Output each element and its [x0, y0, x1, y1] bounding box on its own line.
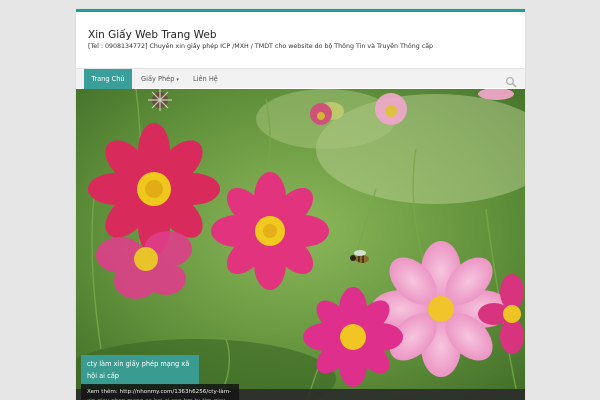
page-container: Xin Giấy Web Trang Web [Tel : 0908134772…	[76, 9, 525, 400]
site-title[interactable]: Xin Giấy Web Trang Web	[88, 29, 217, 41]
main-navigation: Trang Chủ Giấy Phép ▾ Liên Hệ	[76, 68, 525, 89]
chevron-down-icon: ▾	[176, 77, 179, 83]
featured-image[interactable]: cty làm xin giấy phép mạng xã hội ai cấp…	[76, 89, 525, 400]
nav-item-license-label: Giấy Phép	[141, 75, 175, 83]
site-description: [Tel : 0908134772] Chuyên xin giấy phép …	[88, 43, 434, 50]
excerpt-line: Xem thêm: http://nhonmy.com/1363h6256/ct…	[87, 389, 232, 395]
flower-photo	[76, 89, 525, 400]
featured-post-title[interactable]: cty làm xin giấy phép mạng xã hội ai cấp	[81, 355, 199, 385]
search-icon[interactable]	[505, 73, 517, 88]
nav-item-license[interactable]: Giấy Phép ▾	[141, 69, 179, 89]
nav-item-home[interactable]: Trang Chủ	[84, 69, 132, 89]
nav-item-contact[interactable]: Liên Hệ	[193, 69, 218, 89]
featured-post-excerpt: Xem thêm: http://nhonmy.com/1363h6256/ct…	[81, 384, 239, 400]
